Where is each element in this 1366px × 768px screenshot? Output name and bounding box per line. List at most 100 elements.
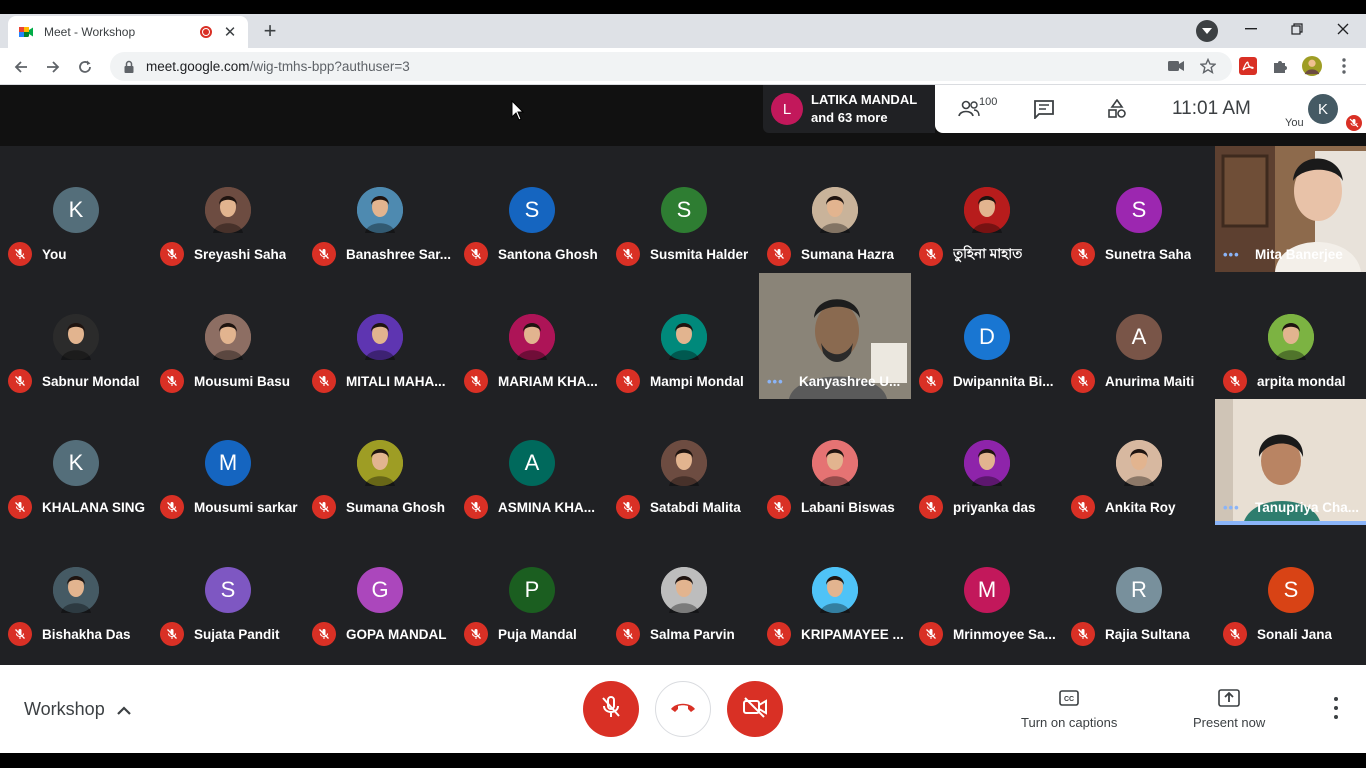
participant-tile[interactable]: S Santona Ghosh: [456, 146, 608, 272]
self-avatar[interactable]: K: [1308, 94, 1338, 124]
participant-name: Sujata Pandit: [194, 626, 280, 642]
participant-tile[interactable]: Salma Parvin: [608, 526, 760, 652]
participant-tile[interactable]: ••• Mita Banerjee: [1215, 146, 1366, 272]
mic-off-icon: [616, 369, 640, 393]
present-now-button[interactable]: Present now: [1193, 687, 1265, 730]
participant-tile[interactable]: K You: [0, 146, 152, 272]
participant-tile[interactable]: Sumana Ghosh: [304, 399, 456, 525]
participant-tile[interactable]: KRIPAMAYEE ...: [759, 526, 911, 652]
participant-tile[interactable]: K KHALANA SING: [0, 399, 152, 525]
extensions-puzzle-icon[interactable]: [1270, 56, 1290, 76]
reload-icon[interactable]: [72, 54, 98, 80]
tab-close-icon[interactable]: ✕: [222, 23, 238, 41]
participant-tile[interactable]: R Rajia Sultana: [1063, 526, 1215, 652]
url-input[interactable]: meet.google.com/wig-tmhs-bpp?authuser=3: [110, 52, 1232, 81]
participant-avatar: [1116, 440, 1162, 486]
participant-tile[interactable]: Sumana Hazra: [759, 146, 911, 272]
participant-tile[interactable]: arpita mondal: [1215, 273, 1366, 399]
presenter-more: and 63 more: [811, 110, 888, 125]
participant-tile[interactable]: Bishakha Das: [0, 526, 152, 652]
participant-tile[interactable]: M Mrinmoyee Sa...: [911, 526, 1063, 652]
tab-search-button[interactable]: [1196, 20, 1218, 42]
participant-tile[interactable]: Ankita Roy: [1063, 399, 1215, 525]
participant-tile[interactable]: S Sonali Jana: [1215, 526, 1366, 652]
participant-name: Sonali Jana: [1257, 626, 1333, 642]
camera-off-icon: [742, 696, 768, 723]
participant-tile[interactable]: S Susmita Halder: [608, 146, 760, 272]
participant-avatar: [357, 314, 403, 360]
participant-avatar: [205, 187, 251, 233]
participant-tile[interactable]: S Sunetra Saha: [1063, 146, 1215, 272]
meeting-info-bar: 100 11:01 AM You K: [935, 85, 1366, 133]
participant-tile[interactable]: Sabnur Mondal: [0, 273, 152, 399]
participant-name: Puja Mandal: [498, 626, 577, 642]
participant-tile[interactable]: D Dwipannita Bi...: [911, 273, 1063, 399]
participant-grid: K You Sreyashi Saha Banashree Sar... S Santon…: [0, 146, 1366, 652]
participant-tile[interactable]: M Mousumi sarkar: [152, 399, 304, 525]
back-icon[interactable]: [8, 54, 34, 80]
participant-avatar: [812, 567, 858, 613]
activities-icon[interactable]: [1107, 95, 1127, 123]
participant-tile[interactable]: Banashree Sar...: [304, 146, 456, 272]
bookmark-star-icon[interactable]: [1199, 57, 1217, 75]
participant-tile[interactable]: ••• Kanyashree U...: [759, 273, 911, 399]
mic-off-icon: [1223, 369, 1247, 393]
mic-toggle-button[interactable]: [583, 681, 639, 737]
forward-icon[interactable]: [40, 54, 66, 80]
restore-icon[interactable]: [1274, 14, 1320, 44]
participant-avatar: [661, 314, 707, 360]
profile-avatar-icon[interactable]: [1302, 56, 1322, 76]
participant-avatar: [661, 440, 707, 486]
browser-tab[interactable]: Meet - Workshop ✕: [8, 16, 248, 48]
mic-off-icon: [464, 369, 488, 393]
tab-strip: Meet - Workshop ✕ +: [0, 14, 1366, 48]
captions-button[interactable]: CC Turn on captions: [1021, 687, 1117, 730]
participant-name: Sunetra Saha: [1105, 246, 1192, 262]
participant-tile[interactable]: তুহিনা মাহাত: [911, 146, 1063, 272]
people-count: 100: [979, 96, 998, 108]
participant-tile[interactable]: MITALI MAHA...: [304, 273, 456, 399]
participant-tile[interactable]: G GOPA MANDAL: [304, 526, 456, 652]
participant-tile[interactable]: ••• Tanupriya Cha...: [1215, 399, 1366, 525]
participant-name: Mousumi sarkar: [194, 499, 298, 515]
minimize-icon[interactable]: [1228, 14, 1274, 44]
participant-tile[interactable]: Mousumi Basu: [152, 273, 304, 399]
camera-toggle-button[interactable]: [727, 681, 783, 737]
participant-tile[interactable]: priyanka das: [911, 399, 1063, 525]
browser-menu-icon[interactable]: [1334, 56, 1354, 76]
participant-tile[interactable]: Labani Biswas: [759, 399, 911, 525]
participant-tile[interactable]: S Sujata Pandit: [152, 526, 304, 652]
presenter-chip[interactable]: L LATIKA MANDAL and 63 more: [763, 85, 935, 133]
participant-tile[interactable]: MARIAM KHA...: [456, 273, 608, 399]
participant-avatar: [1268, 314, 1314, 360]
participant-tile[interactable]: P Puja Mandal: [456, 526, 608, 652]
participant-avatar: [53, 314, 99, 360]
more-options-icon[interactable]: [1325, 695, 1347, 721]
meeting-controls-bar: Workshop CC Turn on captions Present now: [0, 665, 1366, 753]
mic-off-icon: [1071, 495, 1095, 519]
mic-off-icon: [616, 622, 640, 646]
participant-tile[interactable]: A ASMINA KHA...: [456, 399, 608, 525]
mouse-cursor-icon: [511, 99, 525, 127]
participant-avatar: S: [1116, 187, 1162, 233]
participant-avatar: [661, 567, 707, 613]
os-bottom-border: [0, 753, 1366, 768]
participant-tile[interactable]: Sreyashi Saha: [152, 146, 304, 272]
camera-in-use-icon[interactable]: [1167, 57, 1185, 75]
window-close-icon[interactable]: [1320, 14, 1366, 44]
pdf-extension-icon[interactable]: [1238, 56, 1258, 76]
participant-tile[interactable]: A Anurima Maiti: [1063, 273, 1215, 399]
people-icon[interactable]: [957, 95, 981, 123]
os-top-border: [0, 0, 1366, 14]
participant-tile[interactable]: Mampi Mondal: [608, 273, 760, 399]
mic-off-icon: [160, 495, 184, 519]
participant-name: GOPA MANDAL: [346, 626, 447, 642]
chat-icon[interactable]: [1033, 95, 1055, 123]
new-tab-button[interactable]: +: [258, 20, 282, 44]
leave-call-button[interactable]: [655, 681, 711, 737]
meeting-details-button[interactable]: Workshop: [24, 699, 131, 720]
participant-avatar: S: [509, 187, 555, 233]
participant-name: KRIPAMAYEE ...: [801, 626, 904, 642]
participant-avatar: [53, 567, 99, 613]
participant-tile[interactable]: Satabdi Malita: [608, 399, 760, 525]
